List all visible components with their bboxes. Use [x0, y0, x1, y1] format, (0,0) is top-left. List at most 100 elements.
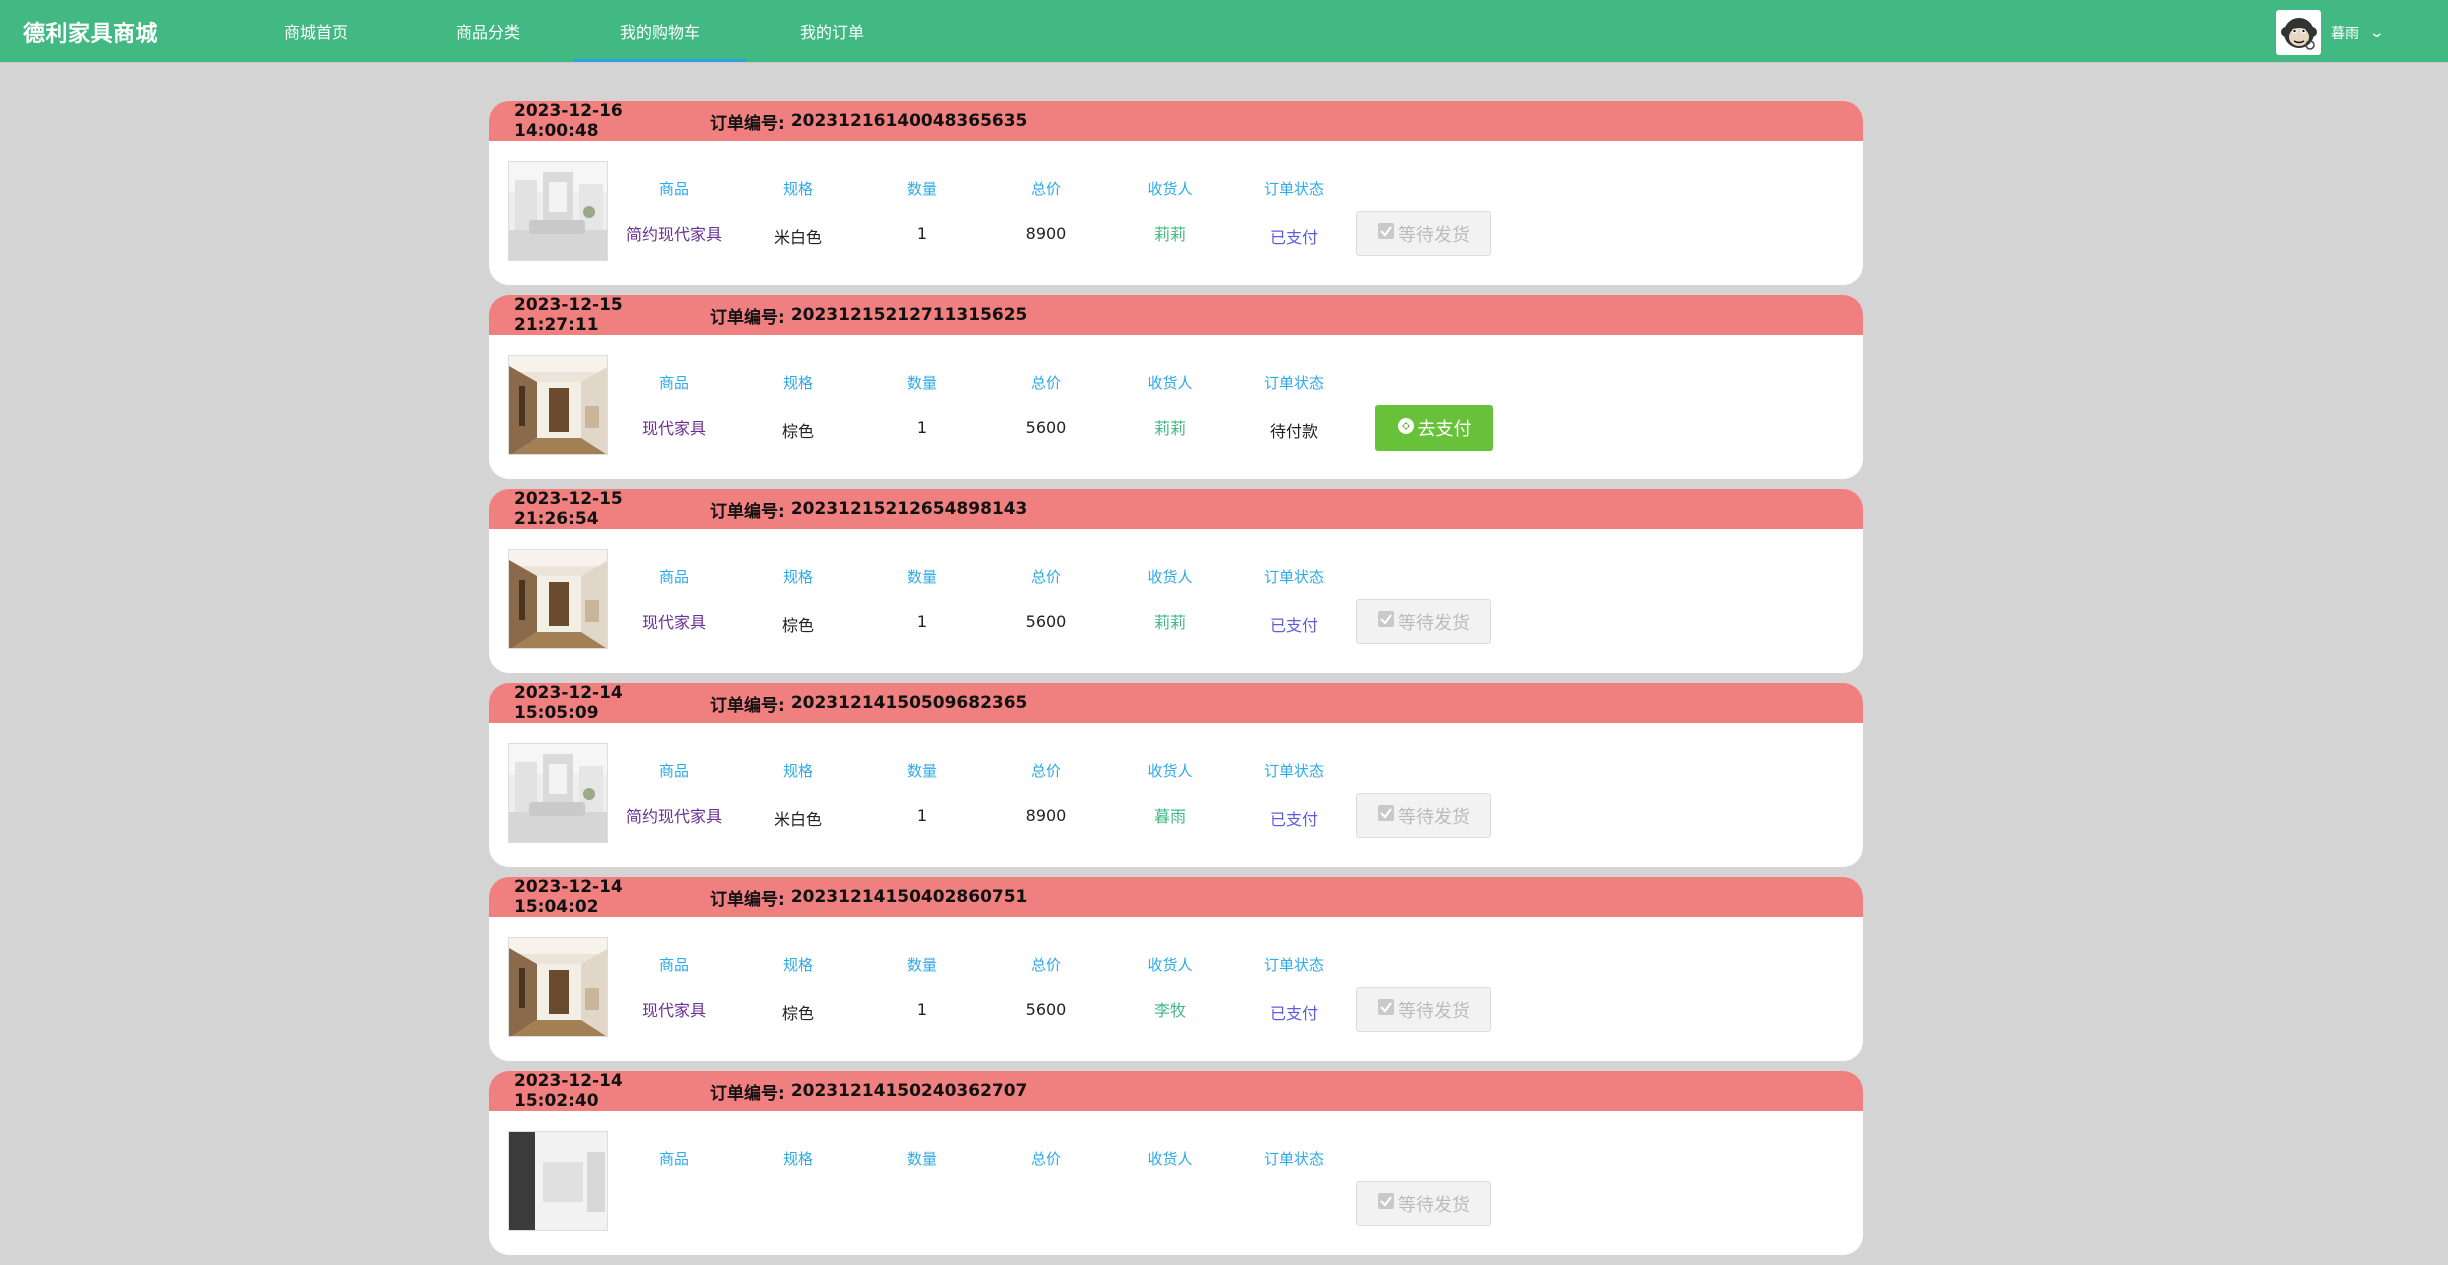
- col-header-status: 订单状态: [1263, 568, 1324, 586]
- cell-receiver: 莉莉: [1153, 613, 1186, 632]
- col-qty: 数量 1: [860, 723, 984, 867]
- order-card: 2023-12-15 21:26:54 订单编号: 2023121521265489…: [489, 489, 1863, 673]
- col-header-spec: 规格: [782, 180, 813, 198]
- col-header-product: 商品: [658, 956, 689, 974]
- user-menu[interactable]: 暮雨 ⌄: [2276, 10, 2385, 55]
- order-body: 商品 简约现代家具 规格 米白色 数量 1 总价 8900 收货人 暮雨 订单状态 已支付 等待发货: [489, 723, 1863, 867]
- col-status: 订单状态: [1232, 1111, 1356, 1255]
- col-qty: 数量: [860, 1111, 984, 1255]
- product-thumbnail[interactable]: [508, 1131, 608, 1231]
- col-total: 总价 5600: [984, 917, 1108, 1061]
- col-spec: 规格: [736, 1111, 860, 1255]
- go-pay-button[interactable]: 去支付: [1375, 405, 1493, 451]
- col-spec: 规格 棕色: [736, 335, 860, 479]
- col-header-total: 总价: [1030, 568, 1061, 586]
- order-date: 2023-12-14 15:02:40: [514, 1071, 623, 1111]
- order-no-label: 订单编号:: [710, 307, 785, 328]
- product-thumbnail[interactable]: [508, 355, 608, 455]
- product-thumbnail[interactable]: [508, 743, 608, 843]
- cell-receiver: 莉莉: [1153, 225, 1186, 244]
- col-header-status: 订单状态: [1263, 956, 1324, 974]
- col-product: 商品 简约现代家具: [612, 723, 736, 867]
- brand-logo-text[interactable]: 德利家具商城: [23, 16, 158, 48]
- col-product: 商品 现代家具: [612, 917, 736, 1061]
- order-body: 商品 现代家具 规格 棕色 数量 1 总价 5600 收货人 李牧 订单状态 已支付 等待发货: [489, 917, 1863, 1061]
- col-header-qty: 数量: [906, 1150, 937, 1168]
- col-product: 商品: [612, 1111, 736, 1255]
- chevron-down-icon[interactable]: ⌄: [2369, 25, 2385, 41]
- col-receiver: 收货人: [1108, 1111, 1232, 1255]
- cell-product[interactable]: 现代家具: [612, 997, 736, 1021]
- cell-status: 已支付: [1269, 616, 1318, 635]
- order-header: 2023-12-16 14:00:48 订单编号: 2023121614004836…: [489, 101, 1863, 141]
- col-spec: 规格 棕色: [736, 917, 860, 1061]
- col-header-qty: 数量: [906, 180, 937, 198]
- col-header-product: 商品: [658, 180, 689, 198]
- col-qty: 数量 1: [860, 917, 984, 1061]
- cell-spec: 棕色: [781, 1004, 814, 1023]
- cell-receiver: 李牧: [1153, 1001, 1186, 1020]
- order-date: 2023-12-14 15:05:09: [514, 683, 623, 723]
- col-header-status: 订单状态: [1263, 180, 1324, 198]
- col-header-spec: 规格: [782, 1150, 813, 1168]
- col-status: 订单状态 已支付: [1232, 529, 1356, 673]
- order-no-label: 订单编号:: [710, 501, 785, 522]
- checkbox-checked-icon: [1377, 804, 1395, 827]
- wait-ship-button[interactable]: 等待发货: [1356, 987, 1491, 1032]
- cell-product[interactable]: 简约现代家具: [612, 803, 736, 827]
- cell-receiver: 莉莉: [1153, 419, 1186, 438]
- col-header-total: 总价: [1030, 374, 1061, 392]
- order-date: 2023-12-14 15:04:02: [514, 877, 623, 917]
- col-receiver: 收货人 李牧: [1108, 917, 1232, 1061]
- order-card: 2023-12-15 21:27:11 订单编号: 2023121521271131…: [489, 295, 1863, 479]
- order-number: 20231216140048365635: [790, 111, 1028, 131]
- product-thumbnail[interactable]: [508, 937, 608, 1037]
- wait-ship-button[interactable]: 等待发货: [1356, 1181, 1491, 1226]
- order-body: 商品 简约现代家具 规格 米白色 数量 1 总价 8900 收货人 莉莉 订单状态 已支付 等待发货: [489, 141, 1863, 285]
- wait-ship-button[interactable]: 等待发货: [1356, 211, 1491, 256]
- col-header-receiver: 收货人: [1147, 1150, 1193, 1168]
- wait-ship-label: 等待发货: [1398, 224, 1470, 246]
- cell-receiver: 暮雨: [1153, 807, 1186, 826]
- col-receiver: 收货人 莉莉: [1108, 141, 1232, 285]
- wait-ship-button[interactable]: 等待发货: [1356, 599, 1491, 644]
- cell-product[interactable]: 现代家具: [612, 609, 736, 633]
- col-header-total: 总价: [1030, 180, 1061, 198]
- order-no-label: 订单编号:: [710, 695, 785, 716]
- cell-status: 已支付: [1269, 228, 1318, 247]
- nav-my-orders[interactable]: 我的订单: [746, 0, 918, 62]
- order-date: 2023-12-16 14:00:48: [514, 101, 623, 141]
- col-header-spec: 规格: [782, 762, 813, 780]
- cell-product[interactable]: 简约现代家具: [612, 221, 736, 245]
- nav-home[interactable]: 商城首页: [230, 0, 402, 62]
- wait-ship-button[interactable]: 等待发货: [1356, 793, 1491, 838]
- product-thumbnail[interactable]: [508, 161, 608, 261]
- product-thumbnail[interactable]: [508, 549, 608, 649]
- col-header-spec: 规格: [782, 956, 813, 974]
- order-date: 2023-12-15 21:27:11: [514, 295, 623, 335]
- col-qty: 数量 1: [860, 141, 984, 285]
- col-product: 商品 简约现代家具: [612, 141, 736, 285]
- cell-product[interactable]: 现代家具: [612, 415, 736, 439]
- checkbox-checked-icon: [1377, 222, 1395, 245]
- nav-cart[interactable]: 我的购物车: [574, 0, 746, 62]
- col-header-status: 订单状态: [1263, 374, 1324, 392]
- col-header-receiver: 收货人: [1147, 374, 1193, 392]
- order-number: 20231215212711315625: [790, 305, 1028, 325]
- pay-icon: [1397, 417, 1415, 440]
- wait-ship-label: 等待发货: [1398, 1194, 1470, 1216]
- avatar[interactable]: [2276, 10, 2321, 55]
- username[interactable]: 暮雨: [2331, 23, 2359, 43]
- order-body: 商品 现代家具 规格 棕色 数量 1 总价 5600 收货人 莉莉 订单状态 已支付 等待发货: [489, 529, 1863, 673]
- order-header: 2023-12-15 21:27:11 订单编号: 2023121521271131…: [489, 295, 1863, 335]
- col-receiver: 收货人 暮雨: [1108, 723, 1232, 867]
- col-receiver: 收货人 莉莉: [1108, 529, 1232, 673]
- col-header-receiver: 收货人: [1147, 180, 1193, 198]
- col-header-total: 总价: [1030, 762, 1061, 780]
- cell-spec: 米白色: [773, 810, 822, 829]
- col-qty: 数量 1: [860, 335, 984, 479]
- order-number: 20231214150240362707: [790, 1081, 1028, 1101]
- order-body: 商品 规格 数量 总价 收货人 订单状态 等待发货: [489, 1111, 1863, 1255]
- nav-category[interactable]: 商品分类: [402, 0, 574, 62]
- order-date: 2023-12-15 21:26:54: [514, 489, 623, 529]
